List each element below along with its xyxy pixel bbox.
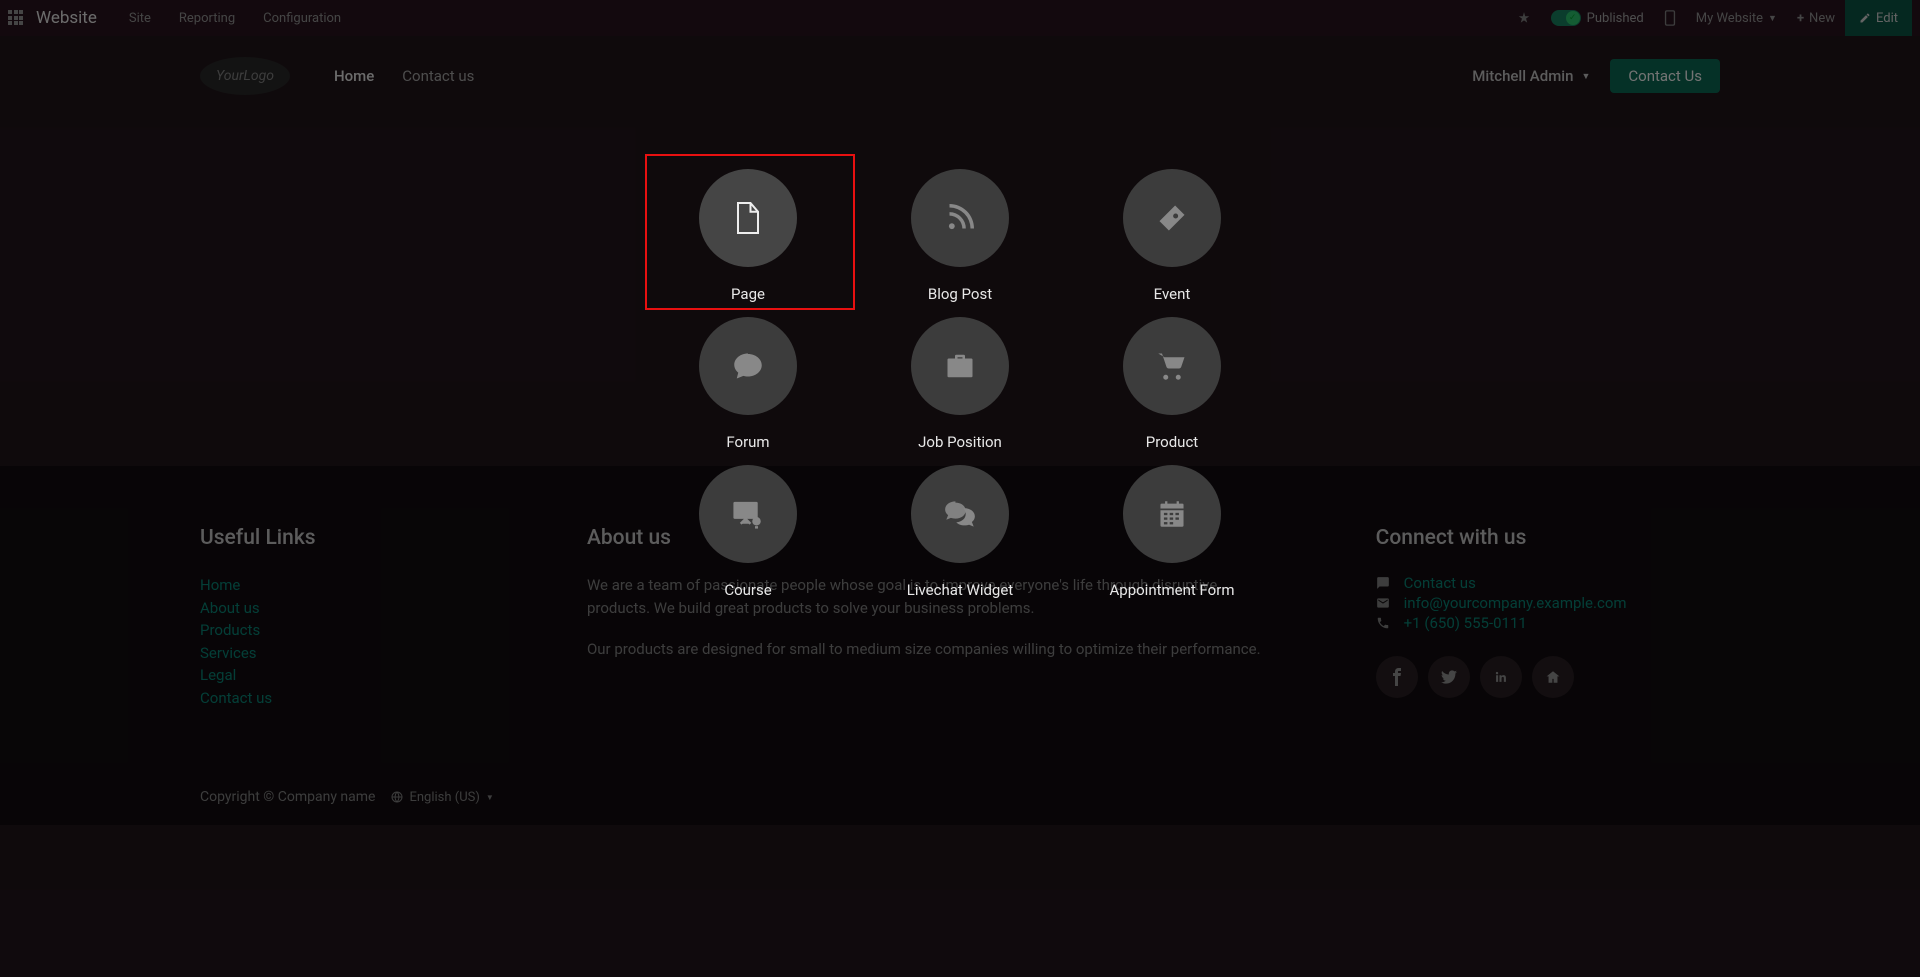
new-content-overlay[interactable]: Page Blog Post Event Forum Job Position: [0, 0, 1920, 977]
page-icon: [699, 169, 797, 267]
new-product-option[interactable]: Product: [1066, 303, 1278, 451]
cart-icon: [1123, 317, 1221, 415]
briefcase-icon: [911, 317, 1009, 415]
new-livechat-option[interactable]: Livechat Widget: [854, 451, 1066, 599]
ticket-icon: [1123, 169, 1221, 267]
new-page-option[interactable]: Page: [642, 155, 854, 303]
rss-icon: [911, 169, 1009, 267]
calendar-icon: [1123, 465, 1221, 563]
chats-icon: [911, 465, 1009, 563]
new-event-option[interactable]: Event: [1066, 155, 1278, 303]
new-job-option[interactable]: Job Position: [854, 303, 1066, 451]
presentation-icon: [699, 465, 797, 563]
new-blog-post-option[interactable]: Blog Post: [854, 155, 1066, 303]
new-content-grid: Page Blog Post Event Forum Job Position: [642, 155, 1278, 599]
new-appointment-option[interactable]: Appointment Form: [1066, 451, 1278, 599]
chat-icon: [699, 317, 797, 415]
new-forum-option[interactable]: Forum: [642, 303, 854, 451]
new-course-option[interactable]: Course: [642, 451, 854, 599]
